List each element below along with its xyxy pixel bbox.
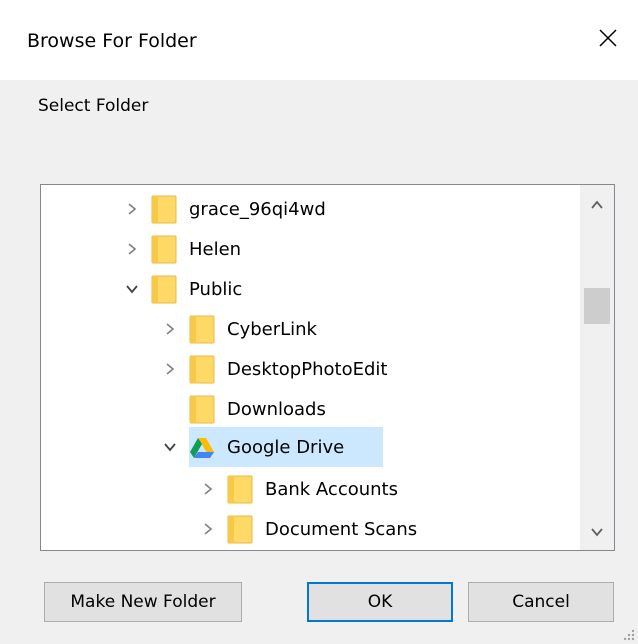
tree-item-label: Downloads	[227, 398, 326, 420]
tree-item-label: DesktopPhotoEdit	[227, 358, 388, 380]
tree-item-desktopphotoedit[interactable]: DesktopPhotoEdit	[159, 349, 387, 389]
make-new-folder-button[interactable]: Make New Folder	[44, 582, 242, 622]
tree-item-bank-accounts[interactable]: Bank Accounts	[197, 469, 398, 509]
folder-icon	[227, 474, 253, 504]
close-button[interactable]	[588, 18, 628, 58]
chevron-up-icon	[591, 200, 603, 209]
vertical-scrollbar[interactable]	[580, 185, 614, 550]
chevron-right-icon[interactable]	[121, 198, 143, 220]
tree-item-document-scans[interactable]: Document Scans	[197, 509, 417, 549]
folder-icon	[151, 274, 177, 304]
tree-item-label: Bank Accounts	[265, 478, 398, 500]
chevron-right-icon[interactable]	[197, 518, 219, 540]
ok-button[interactable]: OK	[307, 582, 453, 622]
folder-icon	[151, 234, 177, 264]
chevron-down-icon	[591, 528, 603, 537]
chevron-down-icon[interactable]	[121, 278, 143, 300]
tree-item-label: Google Drive	[227, 436, 345, 458]
tree-item-label: Helen	[189, 238, 242, 260]
tree-item-helen[interactable]: Helen	[121, 229, 241, 269]
chevron-right-icon[interactable]	[159, 358, 181, 380]
tree-item-public[interactable]: Public	[121, 269, 242, 309]
title-bar: Browse For Folder	[0, 0, 638, 80]
folder-icon	[151, 194, 177, 224]
scrollbar-thumb[interactable]	[584, 288, 610, 324]
chevron-right-icon[interactable]	[121, 238, 143, 260]
scroll-down-button[interactable]	[580, 516, 614, 548]
tree-item-label: grace_96qi4wd	[189, 198, 326, 220]
folder-icon	[189, 394, 215, 424]
tree-item-grace[interactable]: grace_96qi4wd	[121, 189, 326, 229]
resize-grip-icon[interactable]	[622, 628, 636, 642]
google-drive-icon	[189, 432, 215, 462]
tree-item-google-drive[interactable]: Google Drive	[159, 427, 344, 467]
chevron-right-icon[interactable]	[159, 318, 181, 340]
folder-tree[interactable]: grace_96qi4wd Helen Public CyberLink Des…	[40, 184, 615, 551]
dialog-title: Browse For Folder	[27, 30, 197, 52]
tree-item-label: Document Scans	[265, 518, 418, 540]
scroll-up-button[interactable]	[580, 189, 614, 221]
cancel-button[interactable]: Cancel	[468, 582, 614, 622]
folder-icon	[189, 354, 215, 384]
close-icon	[599, 29, 617, 47]
folder-icon	[227, 514, 253, 544]
folder-icon	[189, 314, 215, 344]
chevron-right-icon[interactable]	[197, 478, 219, 500]
no-expander	[159, 398, 181, 420]
tree-item-label: Public	[189, 278, 243, 300]
instruction-text: Select Folder	[38, 96, 149, 116]
tree-item-cyberlink[interactable]: CyberLink	[159, 309, 317, 349]
chevron-down-icon[interactable]	[159, 436, 181, 458]
tree-item-downloads[interactable]: Downloads	[159, 389, 326, 429]
tree-item-label: CyberLink	[227, 318, 317, 340]
